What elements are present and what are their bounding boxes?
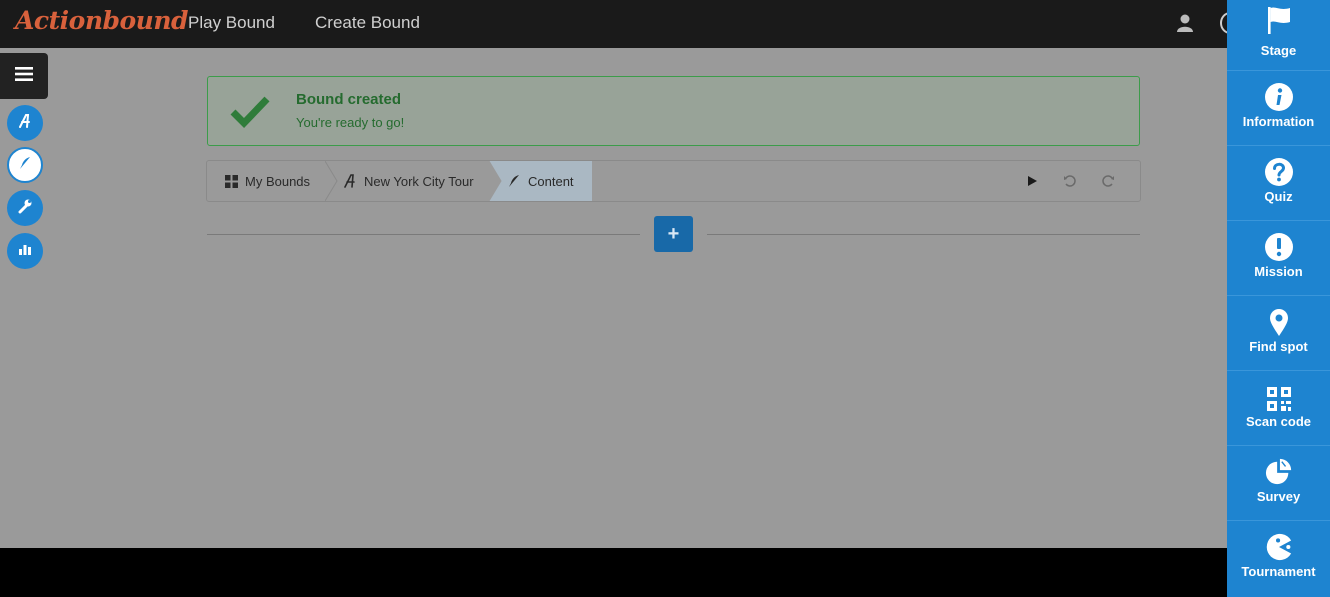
alert-title: Bound created <box>296 91 402 108</box>
play-icon[interactable] <box>1023 172 1041 190</box>
breadcrumb-label: Content <box>528 173 574 189</box>
sidebar-stats-button[interactable] <box>7 233 43 269</box>
add-element-button[interactable]: + <box>654 216 693 252</box>
breadcrumb-my-bounds[interactable]: My Bounds <box>207 161 325 201</box>
breadcrumb-content[interactable]: Content <box>489 161 592 201</box>
wrench-icon <box>17 198 33 218</box>
breadcrumb-label: New York City Tour <box>364 173 474 189</box>
pie-chart-icon <box>1265 458 1293 486</box>
undo-icon[interactable] <box>1061 172 1079 190</box>
panel-item-stage[interactable]: Stage <box>1227 0 1330 71</box>
panel-item-label: Information <box>1242 114 1315 129</box>
panel-item-find-spot[interactable]: Find spot <box>1227 296 1330 371</box>
exclamation-icon <box>1265 233 1293 261</box>
sidebar-content-button[interactable] <box>7 147 43 183</box>
panel-item-information[interactable]: Information <box>1227 71 1330 146</box>
menu-button[interactable] <box>0 53 48 99</box>
divider-right <box>707 234 1140 235</box>
bar-chart-icon <box>17 241 33 261</box>
page-footer-area <box>0 548 1227 597</box>
qr-code-icon <box>1265 385 1293 413</box>
sidebar-bound-button[interactable] <box>7 105 43 141</box>
breadcrumb-bound-name[interactable]: New York City Tour <box>343 161 489 201</box>
panel-item-survey[interactable]: Survey <box>1227 446 1330 521</box>
nav-create-bound[interactable]: Create Bound <box>315 13 420 33</box>
panel-item-scan-code[interactable]: Scan code <box>1227 371 1330 446</box>
menu-icon <box>15 66 33 86</box>
breadcrumb-label: My Bounds <box>245 173 311 189</box>
info-icon <box>1265 83 1293 111</box>
panel-item-label: Scan code <box>1245 414 1312 429</box>
grid-icon <box>225 174 238 188</box>
alert-message: You're ready to go! <box>296 115 405 130</box>
user-icon[interactable] <box>1175 13 1195 33</box>
panel-item-label: Stage <box>1260 43 1297 58</box>
element-panel: Stage Information Quiz Mission Find spot <box>1227 0 1330 597</box>
breadcrumb-separator <box>489 161 502 201</box>
panel-item-label: Quiz <box>1264 189 1293 204</box>
panel-item-label: Tournament <box>1241 564 1316 579</box>
actionbound-a-icon <box>343 174 357 188</box>
checkmark-icon <box>230 94 270 133</box>
nav-play-bound[interactable]: Play Bound <box>188 13 275 33</box>
success-alert: Bound created You're ready to go! <box>207 76 1140 146</box>
question-icon <box>1265 158 1293 186</box>
flag-icon <box>1265 6 1293 34</box>
panel-item-label: Survey <box>1256 489 1301 504</box>
panel-item-tournament[interactable]: Tournament <box>1227 521 1330 596</box>
redo-icon[interactable] <box>1099 172 1117 190</box>
panel-item-quiz[interactable]: Quiz <box>1227 146 1330 221</box>
top-navbar: Actionbound Play Bound Create Bound <box>0 0 1330 48</box>
breadcrumb: My Bounds New York City Tour Content <box>206 160 1141 202</box>
divider-left <box>207 234 640 235</box>
pacman-icon <box>1265 533 1293 561</box>
map-pin-icon <box>1265 308 1293 336</box>
actionbound-a-icon <box>17 113 33 133</box>
panel-item-label: Find spot <box>1249 339 1308 354</box>
actionbound-logo[interactable]: Actionbound <box>15 6 189 35</box>
sidebar-settings-button[interactable] <box>7 190 43 226</box>
panel-item-mission[interactable]: Mission <box>1227 221 1330 296</box>
feather-icon <box>17 155 33 175</box>
panel-item-label: Mission <box>1254 264 1303 279</box>
breadcrumb-separator <box>325 161 338 201</box>
feather-icon <box>507 174 521 188</box>
